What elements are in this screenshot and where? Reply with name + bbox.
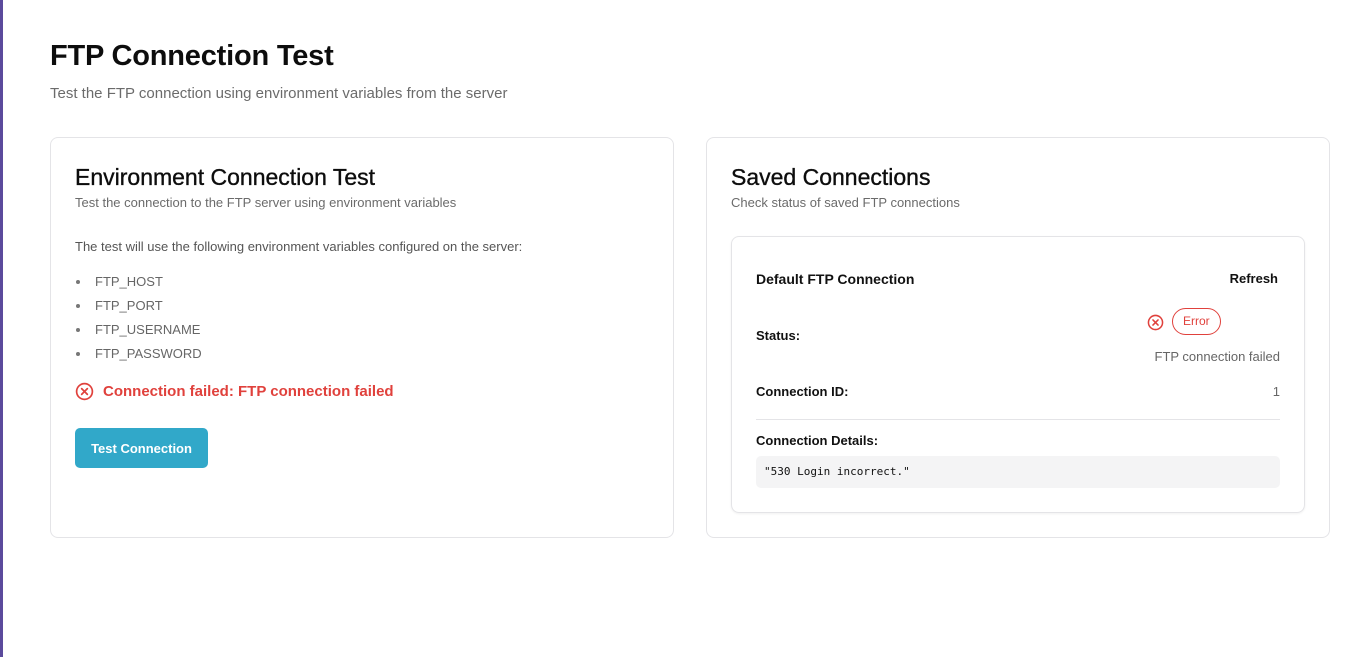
- environment-card-title: Environment Connection Test: [75, 164, 376, 190]
- x-circle-icon: [1147, 314, 1164, 331]
- connection-id-label: Connection ID:: [756, 384, 849, 399]
- env-variable-item: FTP_PASSWORD: [75, 345, 202, 369]
- test-connection-button[interactable]: Test Connection: [75, 428, 208, 468]
- connection-id-value: 1: [1272, 384, 1280, 399]
- saved-connections-description: Check status of saved FTP connections: [731, 195, 960, 210]
- env-variable-list: FTP_HOST FTP_PORT FTP_USERNAME FTP_PASSW…: [75, 273, 202, 369]
- saved-connections-card: Saved Connections Check status of saved …: [706, 137, 1330, 538]
- saved-connections-title: Saved Connections: [731, 164, 931, 190]
- cards-grid: Environment Connection Test Test the con…: [50, 137, 1330, 538]
- environment-intro-text: The test will use the following environm…: [75, 239, 523, 254]
- environment-card-description: Test the connection to the FTP server us…: [75, 195, 457, 210]
- refresh-button[interactable]: Refresh: [1228, 267, 1280, 289]
- connection-error-message: Connection failed: FTP connection failed: [75, 382, 394, 401]
- env-variable-item: FTP_HOST: [75, 273, 202, 297]
- divider: [756, 419, 1280, 420]
- connection-details-label: Connection Details:: [756, 433, 879, 448]
- connection-name: Default FTP Connection: [756, 271, 915, 287]
- env-variable-item: FTP_USERNAME: [75, 321, 202, 345]
- status-message: FTP connection failed: [1154, 349, 1281, 364]
- left-accent-bar: [0, 0, 3, 657]
- x-circle-icon: [75, 382, 94, 401]
- connection-details-box: "530 Login incorrect.": [756, 456, 1280, 488]
- connection-item: Default FTP Connection Refresh Status: E…: [731, 236, 1305, 513]
- page-subtitle: Test the FTP connection using environmen…: [50, 85, 508, 102]
- page-title: FTP Connection Test: [50, 40, 334, 72]
- connection-error-text: Connection failed: FTP connection failed: [103, 383, 394, 400]
- environment-test-card: Environment Connection Test Test the con…: [50, 137, 674, 538]
- env-variable-item: FTP_PORT: [75, 297, 202, 321]
- status-label: Status:: [756, 328, 801, 343]
- status-badge: Error: [1172, 308, 1221, 335]
- page: FTP Connection Test Test the FTP connect…: [50, 38, 1330, 538]
